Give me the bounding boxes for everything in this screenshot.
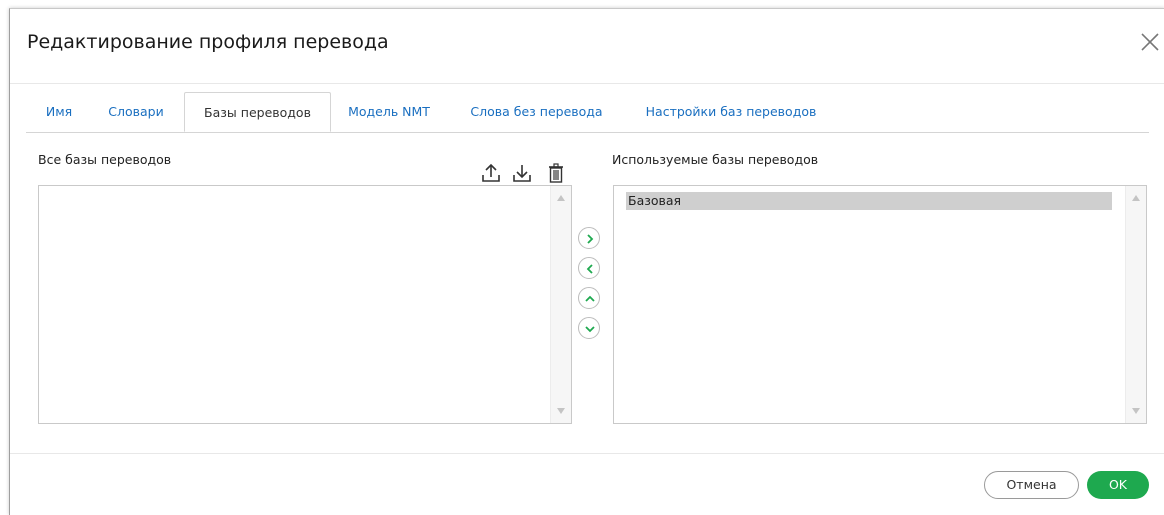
used-bases-list[interactable]: Базовая — [613, 185, 1147, 424]
footer-divider — [10, 453, 1164, 454]
edit-translation-profile-dialog: Редактирование профиля перевода Имя Слов… — [9, 8, 1164, 515]
header-divider — [10, 83, 1164, 84]
tab-name[interactable]: Имя — [44, 92, 74, 132]
chevron-down-icon — [585, 326, 595, 333]
tab-translation-bases[interactable]: Базы переводов — [184, 92, 331, 132]
scroll-up-icon[interactable] — [1132, 195, 1140, 201]
chevron-left-icon — [586, 264, 593, 274]
tab-untranslated-words[interactable]: Слова без перевода — [468, 92, 605, 132]
list-item[interactable]: Базовая — [626, 192, 1112, 210]
ok-button[interactable]: OK — [1087, 471, 1149, 499]
move-up-button[interactable] — [578, 287, 600, 309]
used-bases-label: Используемые базы переводов — [612, 152, 819, 167]
all-bases-label: Все базы переводов — [38, 152, 172, 167]
background-page-edge — [0, 0, 9, 514]
close-icon[interactable] — [1137, 29, 1163, 55]
tab-nmt-model[interactable]: Модель NMT — [344, 92, 434, 132]
background-page-strip — [0, 0, 1164, 8]
cancel-button[interactable]: Отмена — [984, 471, 1079, 499]
scroll-down-icon[interactable] — [1132, 408, 1140, 414]
tab-translation-bases-settings[interactable]: Настройки баз переводов — [641, 92, 821, 132]
tab-dictionaries[interactable]: Словари — [106, 92, 166, 132]
tab-bar: Имя Словари Базы переводов Модель NMT Сл… — [26, 92, 1149, 133]
trash-icon[interactable] — [546, 161, 566, 185]
download-icon[interactable] — [512, 161, 532, 185]
move-down-button[interactable] — [578, 317, 600, 339]
scroll-up-icon[interactable] — [557, 195, 565, 201]
all-bases-scrollbar[interactable] — [550, 186, 571, 423]
move-right-button[interactable] — [578, 227, 600, 249]
chevron-up-icon — [585, 295, 595, 302]
dialog-title: Редактирование профиля перевода — [27, 31, 389, 53]
scroll-down-icon[interactable] — [557, 408, 565, 414]
upload-icon[interactable] — [481, 161, 501, 185]
chevron-right-icon — [587, 234, 594, 244]
move-left-button[interactable] — [578, 257, 600, 279]
background-page-links — [20, 0, 420, 4]
all-bases-list[interactable] — [38, 185, 572, 424]
used-bases-scrollbar[interactable] — [1125, 186, 1146, 423]
